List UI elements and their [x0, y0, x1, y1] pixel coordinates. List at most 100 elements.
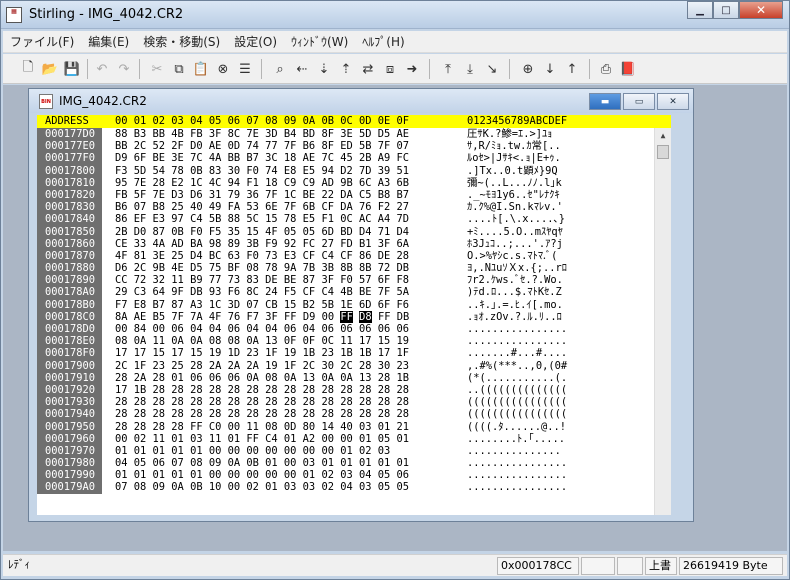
menu-file[interactable]: ファイル(F) [3, 32, 81, 52]
row-bytes[interactable]: 2B D0 87 0B F0 F5 35 15 4F 05 05 6D BD D… [115, 226, 409, 238]
hex-row[interactable]: 00017930 28 28 28 28 28 28 28 28 28 28 28… [37, 396, 671, 409]
hex-row[interactable]: 000177D0 88 B3 BB 4B FB 3F 8C 7E 3D B4 BD… [37, 128, 671, 141]
hex-row[interactable]: 000177E0 BB 2C 52 2F D0 AE 0D 74 77 7F B6… [37, 140, 671, 153]
byte-cell[interactable]: 3F [265, 311, 278, 323]
row-bytes[interactable]: CC 72 32 11 B9 77 73 83 DE BE 87 3F F0 5… [115, 274, 409, 286]
row-ascii[interactable]: ................ [467, 457, 567, 469]
hex-row[interactable]: 00017970 01 01 01 01 01 00 00 00 00 00 00… [37, 444, 671, 458]
hex-row[interactable]: 000178A0 29 C3 64 9F DB 93 F6 8C 24 F5 CF… [37, 286, 671, 299]
hex-row[interactable]: 00017840 86 EF E3 97 C4 5B 88 5C 15 78 E5… [37, 213, 671, 226]
row-ascii[interactable]: ﾌr2.ｹws.ﾞｾ.?.Wo. [467, 274, 563, 286]
row-ascii[interactable]: (*(...........(. [467, 372, 567, 384]
row-ascii[interactable]: +ﾐ....5.O..mｽﾔqﾔ [467, 226, 563, 238]
hex-row[interactable]: 00017990 01 01 01 01 01 00 00 00 00 00 01… [37, 469, 671, 482]
row-bytes[interactable]: F7 E8 B7 87 A3 1C 3D 07 CB 15 B2 5B 1E 6… [115, 299, 409, 311]
row-bytes[interactable]: 95 7E 28 E2 1C 4C 94 F1 18 C9 C9 AD 9B 6… [115, 177, 409, 189]
minimize-button[interactable]: ▁ [687, 1, 713, 19]
hex-row[interactable]: 00017940 28 28 28 28 28 28 28 28 28 28 28… [37, 408, 671, 421]
row-bytes[interactable]: 00 84 00 06 04 04 06 04 04 06 04 06 06 0… [115, 323, 409, 335]
row-bytes[interactable]: 01 01 01 01 01 00 00 00 00 00 01 02 03 0… [115, 469, 409, 481]
go-to-icon[interactable]: ↘ [481, 58, 503, 80]
row-bytes[interactable]: 28 28 28 28 FF C0 00 11 08 0D 80 14 40 0… [115, 421, 409, 433]
row-ascii[interactable]: ｻ,R/ﾐｮ.tw.ｶ常[.. [467, 140, 561, 152]
row-ascii[interactable]: .ｮｵ.zOv.?.ﾙ.ﾘ..ﾛ [467, 311, 562, 323]
hex-row[interactable]: 00017880 D6 2C 9B 4E D5 75 BF 08 78 9A 7B… [37, 262, 671, 275]
byte-cell[interactable]: F7 [246, 311, 259, 323]
replace-icon[interactable]: ⇄ [357, 58, 379, 80]
help-book-icon[interactable]: 📕 [617, 58, 639, 80]
row-bytes[interactable]: 86 EF E3 97 C4 5B 88 5C 15 78 E5 F1 0C A… [115, 213, 409, 225]
byte-cell[interactable]: B5 [153, 311, 166, 323]
hex-row[interactable]: 000178C0 8A AE B5 7F 7A 4F 76 F7 3F FF D9… [37, 310, 671, 323]
menu-help[interactable]: ﾍﾙﾌﾟ(H) [355, 32, 411, 52]
hex-view[interactable]: ADDRESS 00 01 02 03 04 05 06 07 08 09 0A… [37, 115, 671, 515]
row-bytes[interactable]: D6 2C 9B 4E D5 75 BF 08 78 9A 7B 3B 8B 8… [115, 262, 409, 274]
row-bytes[interactable]: 4F 81 3E 25 D4 BC 63 F0 73 E3 CF C4 CF 8… [115, 250, 409, 262]
child-minimize-button[interactable]: ▬ [589, 93, 621, 110]
new-file-icon[interactable]: 🗋 [17, 58, 39, 80]
hex-row[interactable]: 000178E0 08 0A 11 0A 0A 08 08 0A 13 0F 0F… [37, 335, 671, 348]
hex-row[interactable]: 000178F0 17 17 15 17 15 19 1D 23 1F 19 1B… [37, 347, 671, 360]
row-bytes[interactable]: 01 01 01 01 01 00 00 00 00 00 00 00 01 0… [115, 445, 390, 457]
hex-row[interactable]: 00017960 00 02 11 01 03 11 01 FF C4 01 A2… [37, 432, 671, 445]
mark-icon[interactable]: ⊕ [517, 58, 539, 80]
row-bytes[interactable]: FB 5F 7E D3 D6 31 79 36 7F 1C BE 22 DA C… [115, 189, 409, 201]
row-ascii[interactable]: ........ﾄ.｢..... [467, 433, 565, 445]
row-ascii[interactable]: 圧ｻK.?鯵=ｴ.>]ﾕｮ [467, 128, 552, 140]
row-bytes[interactable]: 8A AE B5 7F 7A 4F 76 F7 3F FF D9 00 FF D… [115, 310, 409, 323]
row-bytes[interactable]: 00 02 11 01 03 11 01 FF C4 01 A2 00 00 0… [115, 433, 409, 445]
delete-icon[interactable]: ⊗ [212, 58, 234, 80]
row-ascii[interactable]: ((((.ﾀ......@..! [467, 421, 566, 433]
row-ascii[interactable]: ﾖ,.NﾕuｿＸx.{;..rﾛ [467, 262, 567, 274]
select-list-icon[interactable]: ☰ [234, 58, 256, 80]
row-bytes[interactable]: BB 2C 52 2F D0 AE 0D 74 77 7F B6 8F ED 5… [115, 140, 409, 152]
hex-row[interactable]: 00017890 CC 72 32 11 B9 77 73 83 DE BE 87… [37, 274, 671, 287]
row-ascii[interactable]: .......#...#.... [467, 347, 567, 359]
hex-row[interactable]: 00017980 04 05 06 07 08 09 0A 0B 01 00 03… [37, 457, 671, 470]
row-bytes[interactable]: 29 C3 64 9F DB 93 F6 8C 24 F5 CF C4 4B B… [115, 286, 409, 298]
row-ascii[interactable]: ................ [467, 469, 567, 481]
row-bytes[interactable]: CE 33 4A AD BA 98 89 3B F9 92 FC 27 FD B… [115, 238, 409, 250]
row-ascii[interactable]: ..(((((((((((((( [467, 384, 567, 396]
find-up-icon[interactable]: ⇡ [335, 58, 357, 80]
compare-icon[interactable]: ⧈ [379, 58, 401, 80]
row-ascii[interactable]: (((((((((((((((( [467, 396, 567, 408]
row-bytes[interactable]: 08 0A 11 0A 0A 08 08 0A 13 0F 0F 0C 11 1… [115, 335, 409, 347]
row-ascii[interactable]: .]Tx..0.t顕ﾒ}9Q [467, 165, 558, 177]
byte-cell[interactable]: D9 [303, 311, 316, 323]
menu-edit[interactable]: 編集(E) [81, 32, 136, 52]
row-bytes[interactable]: 07 08 09 0A 0B 10 00 02 01 03 03 02 04 0… [115, 481, 409, 493]
row-ascii[interactable]: ｶ.ｸ%@I.Sn.kﾏﾚv.' [467, 201, 563, 213]
row-ascii[interactable]: ................ [467, 335, 567, 347]
scroll-up-icon[interactable]: ▲ [655, 128, 671, 144]
row-ascii[interactable]: ................ [467, 323, 567, 335]
row-ascii[interactable]: ................ [467, 481, 567, 493]
byte-cell[interactable]: FF [284, 311, 297, 323]
row-bytes[interactable]: 28 28 28 28 28 28 28 28 28 28 28 28 28 2… [115, 408, 409, 420]
hex-row[interactable]: 00017920 17 1B 28 28 28 28 28 28 28 28 28… [37, 383, 671, 397]
top-of-file-icon[interactable]: ⤒ [437, 58, 459, 80]
hex-row[interactable]: 00017950 28 28 28 28 FF C0 00 11 08 0D 80… [37, 420, 671, 433]
row-bytes[interactable]: 28 2A 28 01 06 06 06 0A 08 0A 13 0A 0A 1… [115, 372, 409, 384]
hex-row[interactable]: 000178B0 F7 E8 B7 87 A3 1C 3D 07 CB 15 B2… [37, 298, 671, 311]
byte-cell[interactable]: 4F [209, 311, 222, 323]
byte-cell[interactable]: 7F [171, 311, 184, 323]
menu-settings[interactable]: 設定(O) [227, 32, 284, 52]
jump-icon[interactable]: ➜ [401, 58, 423, 80]
cut-icon[interactable]: ✂ [146, 58, 168, 80]
row-bytes[interactable]: B6 07 B8 25 40 49 FA 53 6E 7F 6B CF DA 7… [115, 201, 409, 213]
row-bytes[interactable]: D9 6F BE 3E 7C 4A BB B7 3C 18 AE 7C 45 2… [115, 152, 409, 164]
prev-mark-icon[interactable]: ↑ [561, 58, 583, 80]
row-ascii[interactable]: ﾙoｾ>|Jｻｷ<.ｮ|E+ｩ. [467, 152, 561, 164]
row-bytes[interactable]: 04 05 06 07 08 09 0A 0B 01 00 03 01 01 0… [115, 457, 409, 469]
hex-row[interactable]: 000179A0 07 08 09 0A 0B 10 00 02 01 03 03… [37, 481, 671, 494]
hex-row[interactable]: 00017870 4F 81 3E 25 D4 BC 63 F0 73 E3 CF… [37, 249, 671, 263]
hex-row[interactable]: 000178D0 00 84 00 06 04 04 06 04 04 06 04… [37, 323, 671, 336]
row-ascii[interactable]: (((((((((((((((( [467, 408, 567, 420]
byte-cell[interactable]: 76 [228, 311, 241, 323]
paste-icon[interactable]: 📋 [190, 58, 212, 80]
copy-icon[interactable]: ⧉ [168, 58, 190, 80]
child-restore-button[interactable]: ▭ [623, 93, 655, 110]
byte-cell[interactable]: AE [134, 311, 147, 323]
hex-row[interactable]: 00017910 28 2A 28 01 06 06 06 0A 08 0A 13… [37, 371, 671, 384]
